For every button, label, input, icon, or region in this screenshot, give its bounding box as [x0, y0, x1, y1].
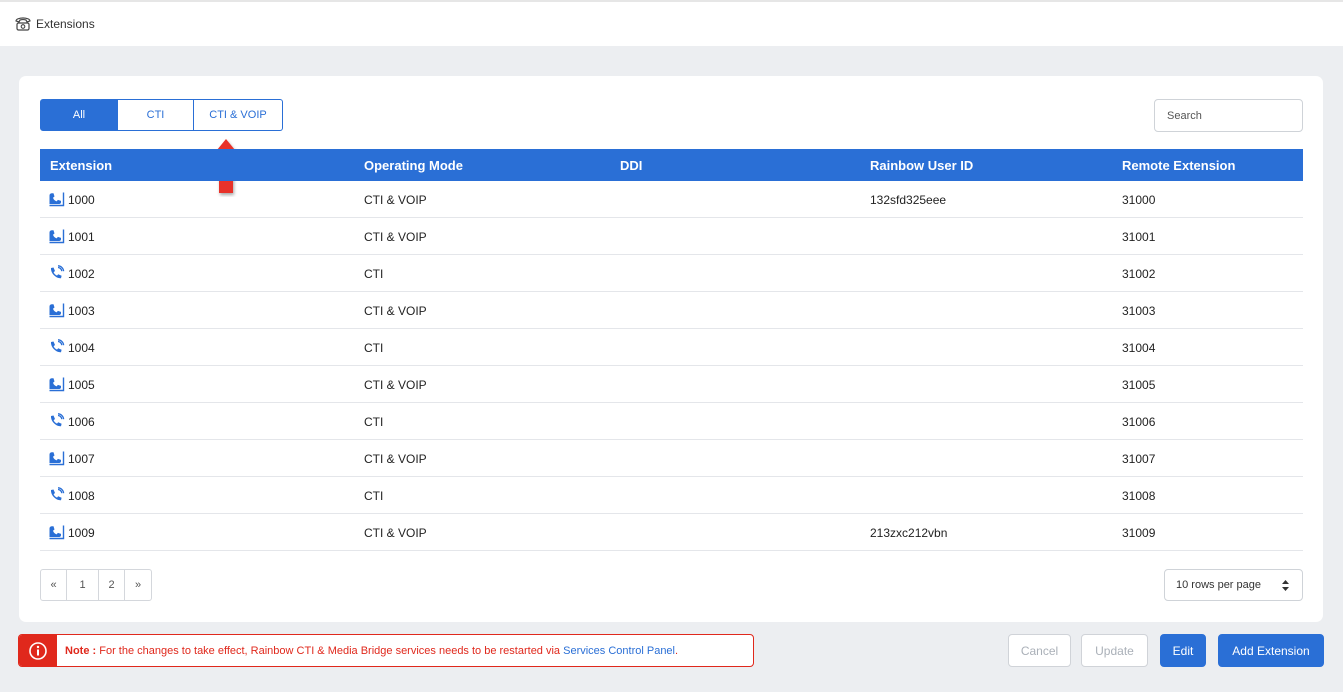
cell-extension: 1006 [68, 415, 95, 429]
note-label: Note : [65, 645, 97, 657]
restart-note: Note : For the changes to take effect, R… [18, 634, 754, 667]
pagination-next-button[interactable]: » [125, 570, 151, 600]
cell-remote-extension: 31005 [1122, 378, 1156, 392]
cell-remote-extension: 31000 [1122, 193, 1156, 207]
cell-remote-extension: 31002 [1122, 267, 1156, 281]
note-icon-box [19, 635, 57, 666]
info-icon [29, 642, 47, 660]
cell-extension: 1008 [68, 489, 95, 503]
table-row[interactable]: 1005 CTI & VOIP 31005 [40, 366, 1303, 403]
page-title: Extensions [36, 17, 95, 31]
cell-operating-mode: CTI & VOIP [364, 193, 427, 207]
desk-phone-icon [48, 450, 66, 466]
note-suffix: . [675, 645, 679, 657]
cell-remote-extension: 31003 [1122, 304, 1156, 318]
update-button[interactable]: Update [1081, 634, 1148, 667]
pagination-page-2[interactable]: 2 [99, 570, 125, 600]
table-row[interactable]: 1009 CTI & VOIP 213zxc212vbn 31009 [40, 514, 1303, 551]
column-operating-mode[interactable]: Operating Mode [364, 158, 463, 173]
cell-operating-mode: CTI & VOIP [364, 526, 427, 540]
table-row[interactable]: 1006 CTI 31006 [40, 403, 1303, 440]
table-row[interactable]: 1000 CTI & VOIP 132sfd325eee 31000 [40, 181, 1303, 218]
page-header: Extensions [0, 2, 1343, 46]
table-header: Extension Operating Mode DDI Rainbow Use… [40, 149, 1303, 181]
table-row[interactable]: 1002 CTI 31002 [40, 255, 1303, 292]
ringing-phone-icon [48, 413, 66, 429]
table-row[interactable]: 1003 CTI & VOIP 31003 [40, 292, 1303, 329]
column-remote-extension[interactable]: Remote Extension [1122, 158, 1235, 173]
cell-extension: 1009 [68, 526, 95, 540]
filter-cti-voip-button[interactable]: CTI & VOIP [194, 99, 283, 131]
note-text: Note : For the changes to take effect, R… [65, 645, 678, 657]
cell-operating-mode: CTI & VOIP [364, 378, 427, 392]
cell-remote-extension: 31007 [1122, 452, 1156, 466]
cell-extension: 1003 [68, 304, 95, 318]
cancel-button[interactable]: Cancel [1008, 634, 1071, 667]
cell-operating-mode: CTI [364, 415, 384, 429]
ringing-phone-icon [48, 339, 66, 355]
table-row[interactable]: 1008 CTI 31008 [40, 477, 1303, 514]
table-row[interactable]: 1007 CTI & VOIP 31007 [40, 440, 1303, 477]
cell-operating-mode: CTI & VOIP [364, 230, 427, 244]
cell-extension: 1005 [68, 378, 95, 392]
rows-per-page-select[interactable]: 10 rows per page [1164, 569, 1303, 601]
cell-extension: 1004 [68, 341, 95, 355]
cell-operating-mode: CTI [364, 341, 384, 355]
pagination-page-1[interactable]: 1 [67, 570, 99, 600]
filter-tabs: All CTI CTI & VOIP [40, 99, 283, 131]
rows-per-page-label: 10 rows per page [1176, 579, 1261, 591]
cell-remote-extension: 31001 [1122, 230, 1156, 244]
cell-operating-mode: CTI [364, 489, 384, 503]
desk-phone-icon [48, 524, 66, 540]
add-extension-button[interactable]: Add Extension [1218, 634, 1324, 667]
desk-phone-icon [48, 191, 66, 207]
cell-remote-extension: 31009 [1122, 526, 1156, 540]
cell-extension: 1007 [68, 452, 95, 466]
sort-caret-icon [1282, 580, 1289, 591]
cell-remote-extension: 31004 [1122, 341, 1156, 355]
column-extension[interactable]: Extension [50, 158, 112, 173]
note-message: For the changes to take effect, Rainbow … [96, 645, 564, 657]
cell-operating-mode: CTI & VOIP [364, 304, 427, 318]
table-row[interactable]: 1004 CTI 31004 [40, 329, 1303, 366]
cell-extension: 1000 [68, 193, 95, 207]
phone-icon [14, 14, 32, 32]
desk-phone-icon [48, 376, 66, 392]
filter-cti-button[interactable]: CTI [118, 99, 194, 131]
column-ddi[interactable]: DDI [620, 158, 642, 173]
cell-operating-mode: CTI & VOIP [364, 452, 427, 466]
cell-extension: 1002 [68, 267, 95, 281]
desk-phone-icon [48, 302, 66, 318]
table-row[interactable]: 1001 CTI & VOIP 31001 [40, 218, 1303, 255]
services-control-panel-link[interactable]: Services Control Panel [563, 645, 675, 657]
cell-rainbow-user-id: 213zxc212vbn [870, 526, 948, 540]
desk-phone-icon [48, 228, 66, 244]
pagination-prev-button[interactable]: « [41, 570, 67, 600]
edit-button[interactable]: Edit [1160, 634, 1206, 667]
cell-operating-mode: CTI [364, 267, 384, 281]
pagination: « 1 2 » [40, 569, 152, 601]
cell-extension: 1001 [68, 230, 95, 244]
column-rainbow-user-id[interactable]: Rainbow User ID [870, 158, 973, 173]
cell-remote-extension: 31006 [1122, 415, 1156, 429]
ringing-phone-icon [48, 487, 66, 503]
search-input[interactable] [1154, 99, 1303, 132]
cell-rainbow-user-id: 132sfd325eee [870, 193, 947, 207]
filter-all-button[interactable]: All [40, 99, 118, 131]
ringing-phone-icon [48, 265, 66, 281]
cell-remote-extension: 31008 [1122, 489, 1156, 503]
